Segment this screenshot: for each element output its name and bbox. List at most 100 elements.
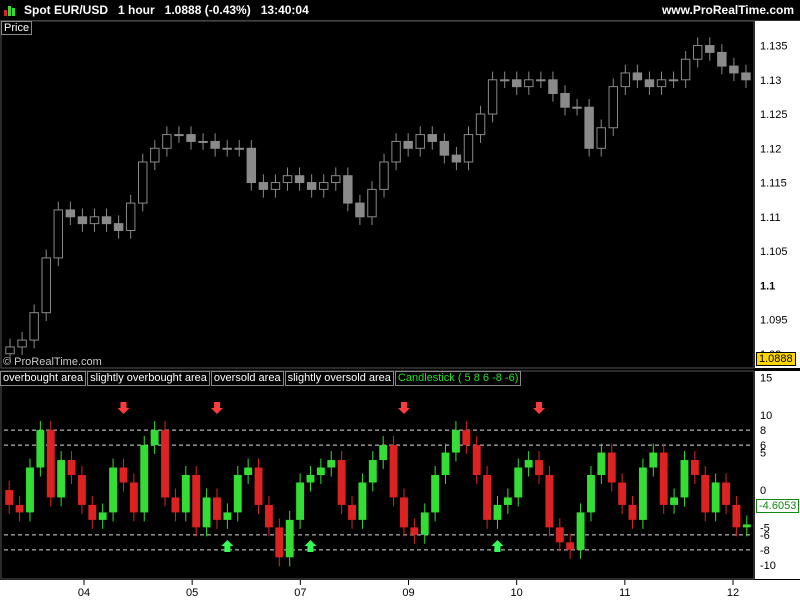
price-candle	[5, 346, 15, 355]
x-tick-label: 05	[186, 587, 198, 599]
indicator-tick-label: -6	[760, 530, 770, 542]
price-candle	[198, 140, 208, 143]
price-candle	[113, 223, 124, 231]
price-candle	[150, 147, 160, 163]
legend-oversold[interactable]: oversold area	[210, 371, 284, 386]
indicator-candle	[451, 430, 460, 453]
indicator-candle	[389, 445, 398, 498]
indicator-candle	[171, 497, 180, 513]
indicator-candle	[670, 497, 679, 505]
legend-candlestick[interactable]: Candlestick ( 5 8 6 -8 -6)	[394, 371, 522, 386]
price-candle	[331, 175, 341, 184]
indicator-candle	[15, 504, 24, 513]
indicator-candle	[587, 475, 595, 513]
indicator-tick-label: -10	[760, 560, 776, 572]
price-candle	[282, 175, 293, 184]
x-tick-label: 09	[402, 587, 414, 599]
indicator-candle	[514, 467, 523, 498]
indicator-candle	[77, 475, 86, 505]
price-tick-label: 1.13	[760, 75, 781, 87]
indicator-candle	[337, 460, 346, 505]
price-candle	[475, 113, 486, 136]
indicator-candle	[109, 467, 118, 513]
price-candle	[717, 51, 727, 67]
indicator-candle	[524, 460, 533, 468]
price-tick-label: 1.12	[760, 143, 781, 155]
indicator-candle	[46, 430, 55, 498]
indicator-tick-label: 0	[760, 485, 766, 497]
legend-slightly-overbought[interactable]: slightly overbought area	[87, 371, 210, 386]
price-candle	[668, 79, 679, 82]
indicator-candle	[5, 489, 14, 505]
price-candle	[705, 45, 715, 53]
x-tick-label: 12	[727, 587, 739, 599]
indicator-candle	[327, 460, 336, 468]
legend-overbought[interactable]: overbought area	[0, 371, 87, 386]
price-candle	[162, 134, 172, 149]
price-tick-label: 1.1	[760, 280, 775, 292]
price-tick-label: 1.095	[760, 315, 788, 327]
indicator-candle	[223, 512, 232, 520]
sell-arrow-icon	[117, 402, 130, 414]
price-candle	[608, 86, 618, 129]
indicator-candle	[181, 475, 190, 513]
indicator-candle	[545, 475, 554, 528]
indicator-candle	[680, 460, 689, 498]
sell-arrow-icon	[533, 402, 546, 414]
price-tick-label: 1.105	[760, 246, 788, 258]
indicator-candle	[368, 460, 377, 483]
legend-slightly-oversold[interactable]: slightly oversold area	[284, 371, 394, 386]
indicator-tick-label: 8	[760, 425, 766, 437]
indicator-candle	[576, 512, 585, 550]
price-candle	[210, 140, 220, 149]
price-candle	[258, 182, 269, 190]
indicator-candle	[213, 497, 221, 520]
indicator-candle	[244, 467, 253, 475]
price-candle	[680, 58, 691, 81]
sell-arrow-icon	[397, 402, 410, 414]
indicator-candle	[659, 452, 668, 505]
price-candle	[125, 202, 136, 231]
indicator-candle	[316, 467, 325, 475]
indicator-candle	[348, 504, 356, 520]
indicator-candle	[638, 467, 647, 520]
price-panel-label[interactable]: Price	[1, 21, 33, 35]
indicator-candle	[535, 460, 543, 475]
indicator-candle	[441, 452, 450, 475]
price-candle	[560, 92, 570, 108]
indicator-candles	[5, 421, 751, 567]
indicator-candle	[690, 460, 699, 475]
price-candle	[246, 147, 257, 184]
indicator-candle	[119, 467, 128, 483]
chart-area[interactable]: 1.135 1.13 1.125 1.12 1.115 1.11 1.105 1.1 1.095…	[0, 0, 800, 600]
indicator-candle	[140, 445, 149, 513]
price-candle	[632, 72, 643, 81]
price-candle	[499, 79, 510, 82]
indicator-candle	[431, 475, 440, 513]
indicator-candle	[701, 475, 710, 513]
indicator-candle	[233, 475, 242, 513]
indicator-candle	[36, 430, 45, 468]
price-candle	[487, 79, 498, 115]
indicator-candle	[192, 475, 201, 528]
indicator-candle	[254, 467, 263, 505]
price-candle	[596, 127, 606, 149]
price-candle	[536, 79, 546, 82]
indicator-candle	[306, 475, 315, 483]
price-candle	[451, 154, 462, 163]
indicator-candle	[555, 527, 564, 543]
price-candle	[367, 188, 377, 218]
price-candle	[29, 312, 39, 341]
price-candle	[620, 72, 631, 88]
indicator-candle	[161, 430, 169, 498]
price-candle	[186, 134, 196, 142]
indicator-candle	[296, 482, 305, 520]
indicator-candle	[57, 460, 66, 498]
indicator-tick-label: 5	[760, 448, 766, 460]
last-price-tag: 1.0888	[756, 352, 796, 366]
price-tick-label: 1.11	[760, 212, 781, 224]
price-candle	[89, 216, 100, 225]
indicator-candle	[420, 512, 429, 535]
price-candle	[77, 216, 88, 225]
x-tick-label: 04	[78, 587, 90, 599]
